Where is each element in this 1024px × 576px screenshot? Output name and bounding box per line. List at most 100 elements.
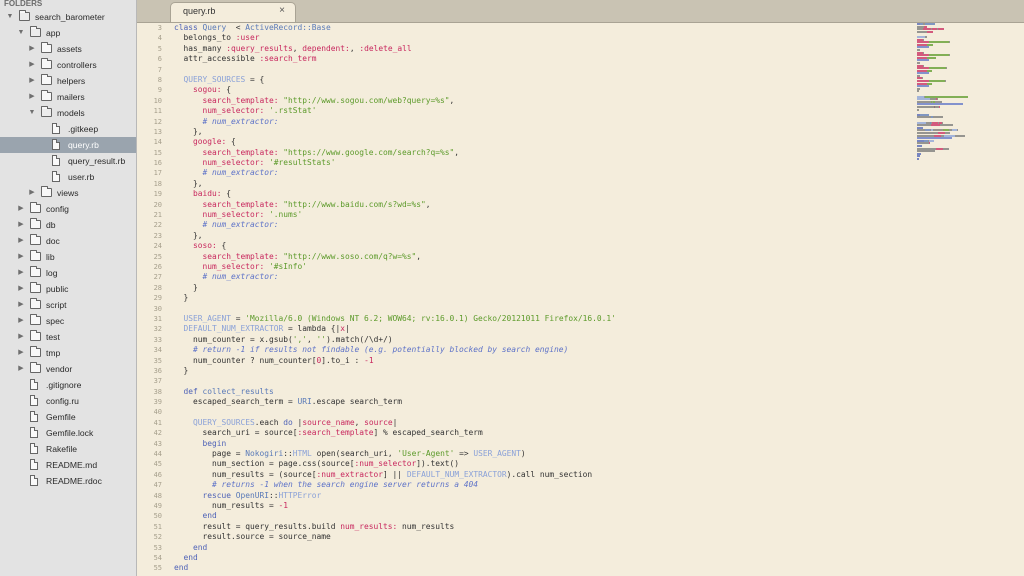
tree-folder-search-barometer[interactable]: ▼ search_barometer <box>0 9 136 25</box>
tree-folder-helpers[interactable]: ▶ helpers <box>0 73 136 89</box>
code-token: result = query_results.build <box>174 521 341 531</box>
tree-file-rakefile[interactable]: Rakefile <box>0 441 136 457</box>
disclosure-closed-icon[interactable]: ▶ <box>17 217 25 233</box>
disclosure-open-icon[interactable]: ▼ <box>6 9 14 25</box>
tree-file-readme-rdoc[interactable]: README.rdoc <box>0 473 136 489</box>
tree-file--gitignore[interactable]: .gitignore <box>0 377 136 393</box>
code-area[interactable]: class Query < ActiveRecord::Base belongs… <box>174 23 616 574</box>
disclosure-closed-icon[interactable]: ▶ <box>17 265 25 281</box>
tree-file-query-result-rb[interactable]: query_result.rb <box>0 153 136 169</box>
tree-item-label: log <box>46 268 58 278</box>
tree-file-gemfile[interactable]: Gemfile <box>0 409 136 425</box>
code-line: num_selector: '.nums' <box>174 210 616 220</box>
tree-folder-script[interactable]: ▶ script <box>0 297 136 313</box>
tree-folder-controllers[interactable]: ▶ controllers <box>0 57 136 73</box>
minimap-token <box>936 147 943 150</box>
code-line: }, <box>174 179 616 189</box>
tree-item-label: mailers <box>57 92 85 102</box>
tree-folder-config[interactable]: ▶ config <box>0 201 136 217</box>
folder-icon <box>41 74 52 85</box>
code-editor[interactable]: 3 4 5 6 7 8 9 10 11 12 13 14 15 16 17 18 19 20 21 22 23 24 25 2… <box>137 23 917 576</box>
line-number: 24 <box>153 242 162 251</box>
code-line: num_counter ? num_counter[0].to_i : -1 <box>174 356 616 366</box>
disclosure-closed-icon[interactable]: ▶ <box>17 233 25 249</box>
code-token: = lambda {| <box>283 324 341 334</box>
disclosure-closed-icon[interactable]: ▶ <box>17 345 25 361</box>
disclosure-open-icon[interactable]: ▼ <box>17 25 25 41</box>
tree-file--gitkeep[interactable]: .gitkeep <box>0 121 136 137</box>
code-token: sogou: <box>174 85 222 95</box>
code-line: DEFAULT_NUM_EXTRACTOR = lambda {|x| <box>174 324 616 334</box>
tree-folder-models[interactable]: ▼ models <box>0 105 136 121</box>
tree-folder-log[interactable]: ▶ log <box>0 265 136 281</box>
line-number: 17 <box>153 169 162 178</box>
disclosure-closed-icon[interactable]: ▶ <box>17 297 25 313</box>
code-line: # num_extractor: <box>174 168 616 178</box>
code-token: ] || <box>383 469 407 479</box>
disclosure-closed-icon[interactable]: ▶ <box>28 89 36 105</box>
disclosure-closed-icon[interactable]: ▶ <box>28 185 36 201</box>
code-token: USER_AGENT <box>174 313 232 323</box>
tree-item-label: vendor <box>46 364 73 374</box>
tree-folder-mailers[interactable]: ▶ mailers <box>0 89 136 105</box>
folder-icon <box>30 298 41 309</box>
tree-file-gemfile-lock[interactable]: Gemfile.lock <box>0 425 136 441</box>
disclosure-open-icon[interactable]: ▼ <box>28 105 36 121</box>
code-token: has_many <box>174 43 227 53</box>
tree-item-label: lib <box>46 252 55 262</box>
line-number: 7 <box>157 65 162 74</box>
tree-file-query-rb[interactable]: query.rb <box>0 137 136 153</box>
tree-item-label: query_result.rb <box>68 156 126 166</box>
close-icon[interactable]: × <box>279 5 285 16</box>
minimap-token <box>917 90 919 93</box>
minimap[interactable] <box>917 23 1024 576</box>
file-icon <box>52 155 60 166</box>
tree-file-config-ru[interactable]: config.ru <box>0 393 136 409</box>
tree-folder-doc[interactable]: ▶ doc <box>0 233 136 249</box>
tree-folder-lib[interactable]: ▶ lib <box>0 249 136 265</box>
code-line: end <box>174 543 616 553</box>
code-token: '' <box>316 334 327 344</box>
code-line: search_uri = source[:search_template] % … <box>174 428 616 438</box>
tree-file-user-rb[interactable]: user.rb <box>0 169 136 185</box>
code-token: ) <box>520 449 526 459</box>
minimap-token <box>948 41 950 44</box>
file-icon <box>52 123 60 134</box>
tree-folder-spec[interactable]: ▶ spec <box>0 313 136 329</box>
disclosure-closed-icon[interactable]: ▶ <box>28 41 36 57</box>
disclosure-closed-icon[interactable]: ▶ <box>28 73 36 89</box>
minimap-token <box>917 116 932 119</box>
tree-folder-db[interactable]: ▶ db <box>0 217 136 233</box>
disclosure-closed-icon[interactable]: ▶ <box>17 313 25 329</box>
tree-folder-tmp[interactable]: ▶ tmp <box>0 345 136 361</box>
line-number: 19 <box>153 190 162 199</box>
tree-item-label: README.md <box>46 460 98 470</box>
tree-file-readme-md[interactable]: README.md <box>0 457 136 473</box>
disclosure-closed-icon[interactable]: ▶ <box>17 201 25 217</box>
file-icon <box>30 379 38 390</box>
tree-folder-views[interactable]: ▶ views <box>0 185 136 201</box>
disclosure-closed-icon[interactable]: ▶ <box>17 329 25 345</box>
tree-folder-assets[interactable]: ▶ assets <box>0 41 136 57</box>
tree-folder-test[interactable]: ▶ test <box>0 329 136 345</box>
minimap-token <box>955 134 966 137</box>
code-line: attr_accessible :search_term <box>174 54 616 64</box>
code-line: search_template: "http://www.sogou.com/w… <box>174 96 616 106</box>
tab-query-rb[interactable]: query.rb × <box>170 2 296 22</box>
code-token: :query_results <box>226 43 293 53</box>
code-token: end <box>174 542 208 552</box>
disclosure-closed-icon[interactable]: ▶ <box>17 249 25 265</box>
tree-folder-vendor[interactable]: ▶ vendor <box>0 361 136 377</box>
line-number: 11 <box>153 107 162 116</box>
disclosure-closed-icon[interactable]: ▶ <box>28 57 36 73</box>
line-number: 35 <box>153 356 162 365</box>
disclosure-closed-icon[interactable]: ▶ <box>17 281 25 297</box>
tree-folder-app[interactable]: ▼ app <box>0 25 136 41</box>
disclosure-closed-icon[interactable]: ▶ <box>17 361 25 377</box>
minimap-token <box>917 106 934 108</box>
code-token: ] % escaped_search_term <box>373 428 483 438</box>
tab-bar: query.rb × <box>137 0 1024 23</box>
tree-folder-public[interactable]: ▶ public <box>0 281 136 297</box>
line-number: 33 <box>153 335 162 344</box>
